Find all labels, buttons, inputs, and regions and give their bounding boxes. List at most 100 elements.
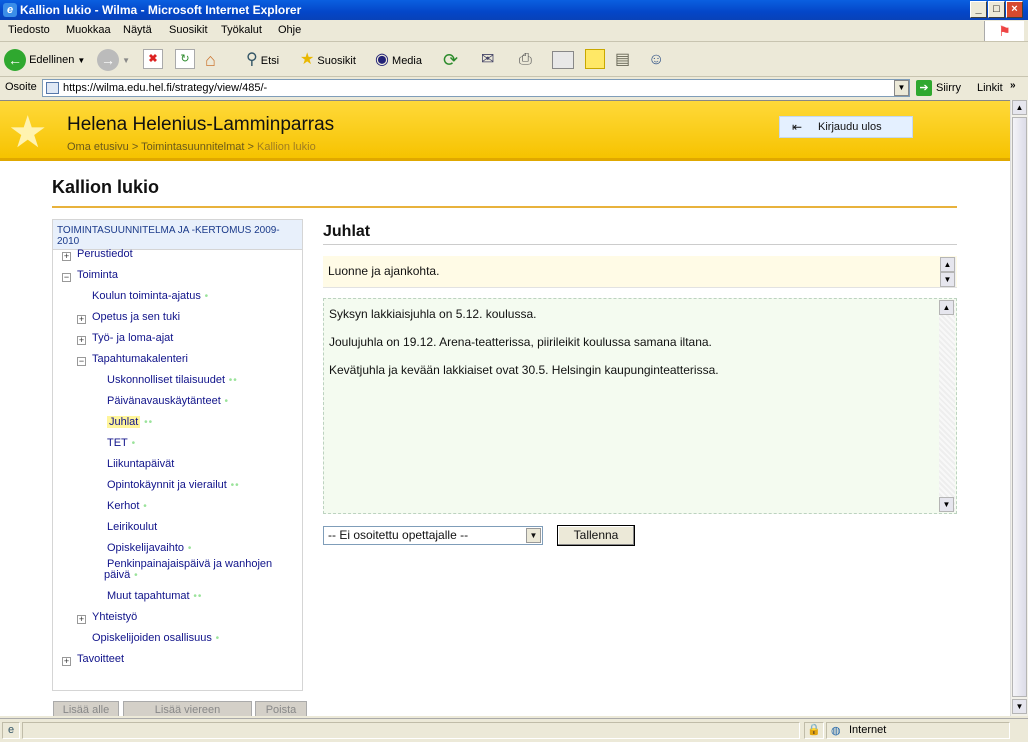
- scroll-down-icon[interactable]: ▼: [1012, 699, 1027, 714]
- back-button[interactable]: ← Edellinen ▼: [4, 49, 85, 72]
- sidebar-tree-item[interactable]: Koulun toiminta-ajatus •: [92, 290, 209, 302]
- expand-icon[interactable]: +: [77, 315, 86, 324]
- teacher-select[interactable]: -- Ei osoitettu opettajalle -- ▼: [323, 526, 543, 545]
- status-dot-icon: •: [204, 291, 210, 302]
- toolbar: ← Edellinen ▼ → ▼ ✖ ↻ ⌂ ⚲ Etsi ★ Suosiki…: [0, 43, 1028, 77]
- sidebar-tree-label: Koulun toiminta-ajatus: [92, 290, 201, 302]
- media-button[interactable]: ◉ Media: [375, 49, 422, 71]
- menu-view[interactable]: Näytä: [123, 24, 152, 36]
- add-beside-button[interactable]: Lisää viereen: [123, 701, 252, 716]
- address-input[interactable]: https://wilma.edu.hel.fi/strategy/view/4…: [42, 79, 910, 97]
- sidebar-tree-item[interactable]: Liikuntapäivät: [107, 458, 174, 470]
- collapse-icon[interactable]: −: [77, 357, 86, 366]
- content-scrollbar[interactable]: ▲ ▼: [939, 300, 955, 512]
- discuss-icon[interactable]: [585, 49, 605, 69]
- sidebar-tree-item[interactable]: Opetus ja sen tuki: [92, 311, 180, 323]
- page-title: Kallion lukio: [52, 177, 160, 197]
- menu-tools[interactable]: Työkalut: [221, 24, 262, 36]
- scroll-up-icon[interactable]: ▲: [940, 257, 955, 272]
- scroll-down-icon[interactable]: ▼: [940, 272, 955, 287]
- go-button[interactable]: ➔ Siirry: [916, 79, 961, 97]
- sidebar-tree-item[interactable]: päivä •: [104, 569, 139, 581]
- mail-icon[interactable]: ✉: [481, 49, 494, 71]
- menu-edit[interactable]: Muokkaa: [66, 24, 111, 36]
- description-text: Luonne ja ajankohta.: [328, 264, 440, 278]
- page-header: ★ Helena Helenius-Lamminparras Oma etusi…: [0, 101, 1010, 161]
- content-textarea[interactable]: Syksyn lakkiaisjuhla on 5.12. koulussa. …: [323, 298, 957, 514]
- delete-button[interactable]: Poista: [255, 701, 307, 716]
- research-icon[interactable]: ▤: [615, 49, 630, 71]
- history-icon[interactable]: ⟳: [443, 49, 458, 71]
- maximize-button[interactable]: □: [988, 1, 1005, 18]
- back-arrow-icon: ←: [4, 49, 26, 72]
- breadcrumb-plans[interactable]: Toimintasuunnitelmat: [141, 141, 244, 153]
- chevron-down-icon[interactable]: ▼: [526, 528, 541, 543]
- home-icon[interactable]: ⌂: [205, 49, 216, 71]
- sidebar-tree-item[interactable]: Toiminta: [77, 269, 118, 281]
- sidebar-tree-item[interactable]: Muut tapahtumat ••: [107, 590, 202, 602]
- sidebar-tree-item[interactable]: Juhlat ••: [107, 416, 153, 428]
- sidebar-tree-item[interactable]: Työ- ja loma-ajat: [92, 332, 173, 344]
- sidebar-tree-label: Tapahtumakalenteri: [92, 353, 189, 365]
- address-dropdown-icon[interactable]: ▼: [894, 80, 909, 96]
- scroll-up-icon[interactable]: ▲: [939, 300, 954, 315]
- favorites-button[interactable]: ★ Suosikit: [300, 49, 356, 71]
- sidebar-tree-item[interactable]: Kerhot •: [107, 500, 148, 512]
- logout-label: Kirjaudu ulos: [818, 121, 882, 133]
- expand-icon[interactable]: +: [77, 336, 86, 345]
- breadcrumb-current: Kallion lukio: [256, 141, 316, 153]
- links-button[interactable]: Linkit: [977, 82, 1003, 94]
- forward-dropdown-icon[interactable]: ▼: [122, 56, 130, 65]
- address-label: Osoite: [5, 81, 37, 93]
- close-button[interactable]: ×: [1006, 1, 1023, 18]
- sidebar-tree-label: Juhlat: [107, 416, 141, 428]
- expand-icon[interactable]: +: [62, 657, 71, 666]
- sidebar-tree-label: Tavoitteet: [77, 653, 125, 665]
- menu-file[interactable]: Tiedosto: [8, 24, 50, 36]
- logout-button[interactable]: ⇤ Kirjaudu ulos: [779, 116, 913, 138]
- add-below-button[interactable]: Lisää alle: [53, 701, 119, 716]
- stop-icon[interactable]: ✖: [143, 49, 163, 69]
- forward-button[interactable]: → ▼: [97, 49, 130, 72]
- sidebar-tree-item[interactable]: TET •: [107, 437, 136, 449]
- chevron-right-icon[interactable]: »: [1010, 80, 1016, 91]
- sidebar-tree-item[interactable]: Uskonnolliset tilaisuudet ••: [107, 374, 238, 386]
- sidebar-tree-item[interactable]: Perustiedot: [77, 248, 133, 260]
- breadcrumb: Oma etusivu > Toimintasuunnitelmat > Kal…: [67, 141, 316, 153]
- sidebar-tree-item[interactable]: Opiskelijoiden osallisuus •: [92, 632, 220, 644]
- status-dot-icon: ••: [230, 480, 240, 491]
- minimize-button[interactable]: _: [970, 1, 987, 18]
- expand-icon[interactable]: +: [62, 252, 71, 261]
- expand-icon[interactable]: +: [77, 615, 86, 624]
- windows-logo-icon: ⚑: [984, 21, 1024, 41]
- back-dropdown-icon[interactable]: ▼: [77, 56, 85, 65]
- scroll-up-icon[interactable]: ▲: [1012, 100, 1027, 115]
- scrollbar-thumb[interactable]: [1012, 117, 1027, 697]
- collapse-icon[interactable]: −: [62, 273, 71, 282]
- menu-help[interactable]: Ohje: [278, 24, 301, 36]
- sidebar-tree-item[interactable]: Leirikoulut: [107, 521, 157, 533]
- sidebar-tree-item[interactable]: Tavoitteet: [77, 653, 124, 665]
- print-icon[interactable]: ⎙: [519, 49, 532, 71]
- search-button[interactable]: ⚲ Etsi: [246, 49, 279, 71]
- save-button[interactable]: Tallenna: [557, 525, 635, 546]
- description-field: Luonne ja ajankohta. ▲ ▼: [323, 256, 957, 288]
- ie-logo-icon: e: [3, 3, 17, 17]
- description-scrollbar[interactable]: ▲ ▼: [940, 257, 956, 287]
- window-title: Kallion lukio - Wilma - Microsoft Intern…: [20, 3, 302, 17]
- sidebar-heading[interactable]: TOIMINTASUUNNITELMA JA -KERTOMUS 2009-20…: [53, 220, 302, 250]
- sidebar-tree-item[interactable]: Opiskelijavaihto •: [107, 542, 192, 554]
- page-scrollbar[interactable]: ▲ ▼: [1010, 100, 1028, 716]
- sidebar-tree-item[interactable]: Yhteistyö: [92, 611, 137, 623]
- edit-icon[interactable]: [552, 51, 574, 69]
- sidebar-tree-item[interactable]: Opintokäynnit ja vierailut ••: [107, 479, 240, 491]
- sidebar-tree-item[interactable]: Tapahtumakalenteri: [92, 353, 188, 365]
- breadcrumb-home[interactable]: Oma etusivu: [67, 141, 129, 153]
- scroll-down-icon[interactable]: ▼: [939, 497, 954, 512]
- content-line: Syksyn lakkiaisjuhla on 5.12. koulussa.: [329, 307, 537, 321]
- back-label: Edellinen: [29, 54, 75, 66]
- menu-favorites[interactable]: Suosikit: [169, 24, 208, 36]
- refresh-icon[interactable]: ↻: [175, 49, 195, 69]
- sidebar-tree-item[interactable]: Päivänavauskäytänteet •: [107, 395, 229, 407]
- messenger-icon[interactable]: ☺: [648, 49, 664, 71]
